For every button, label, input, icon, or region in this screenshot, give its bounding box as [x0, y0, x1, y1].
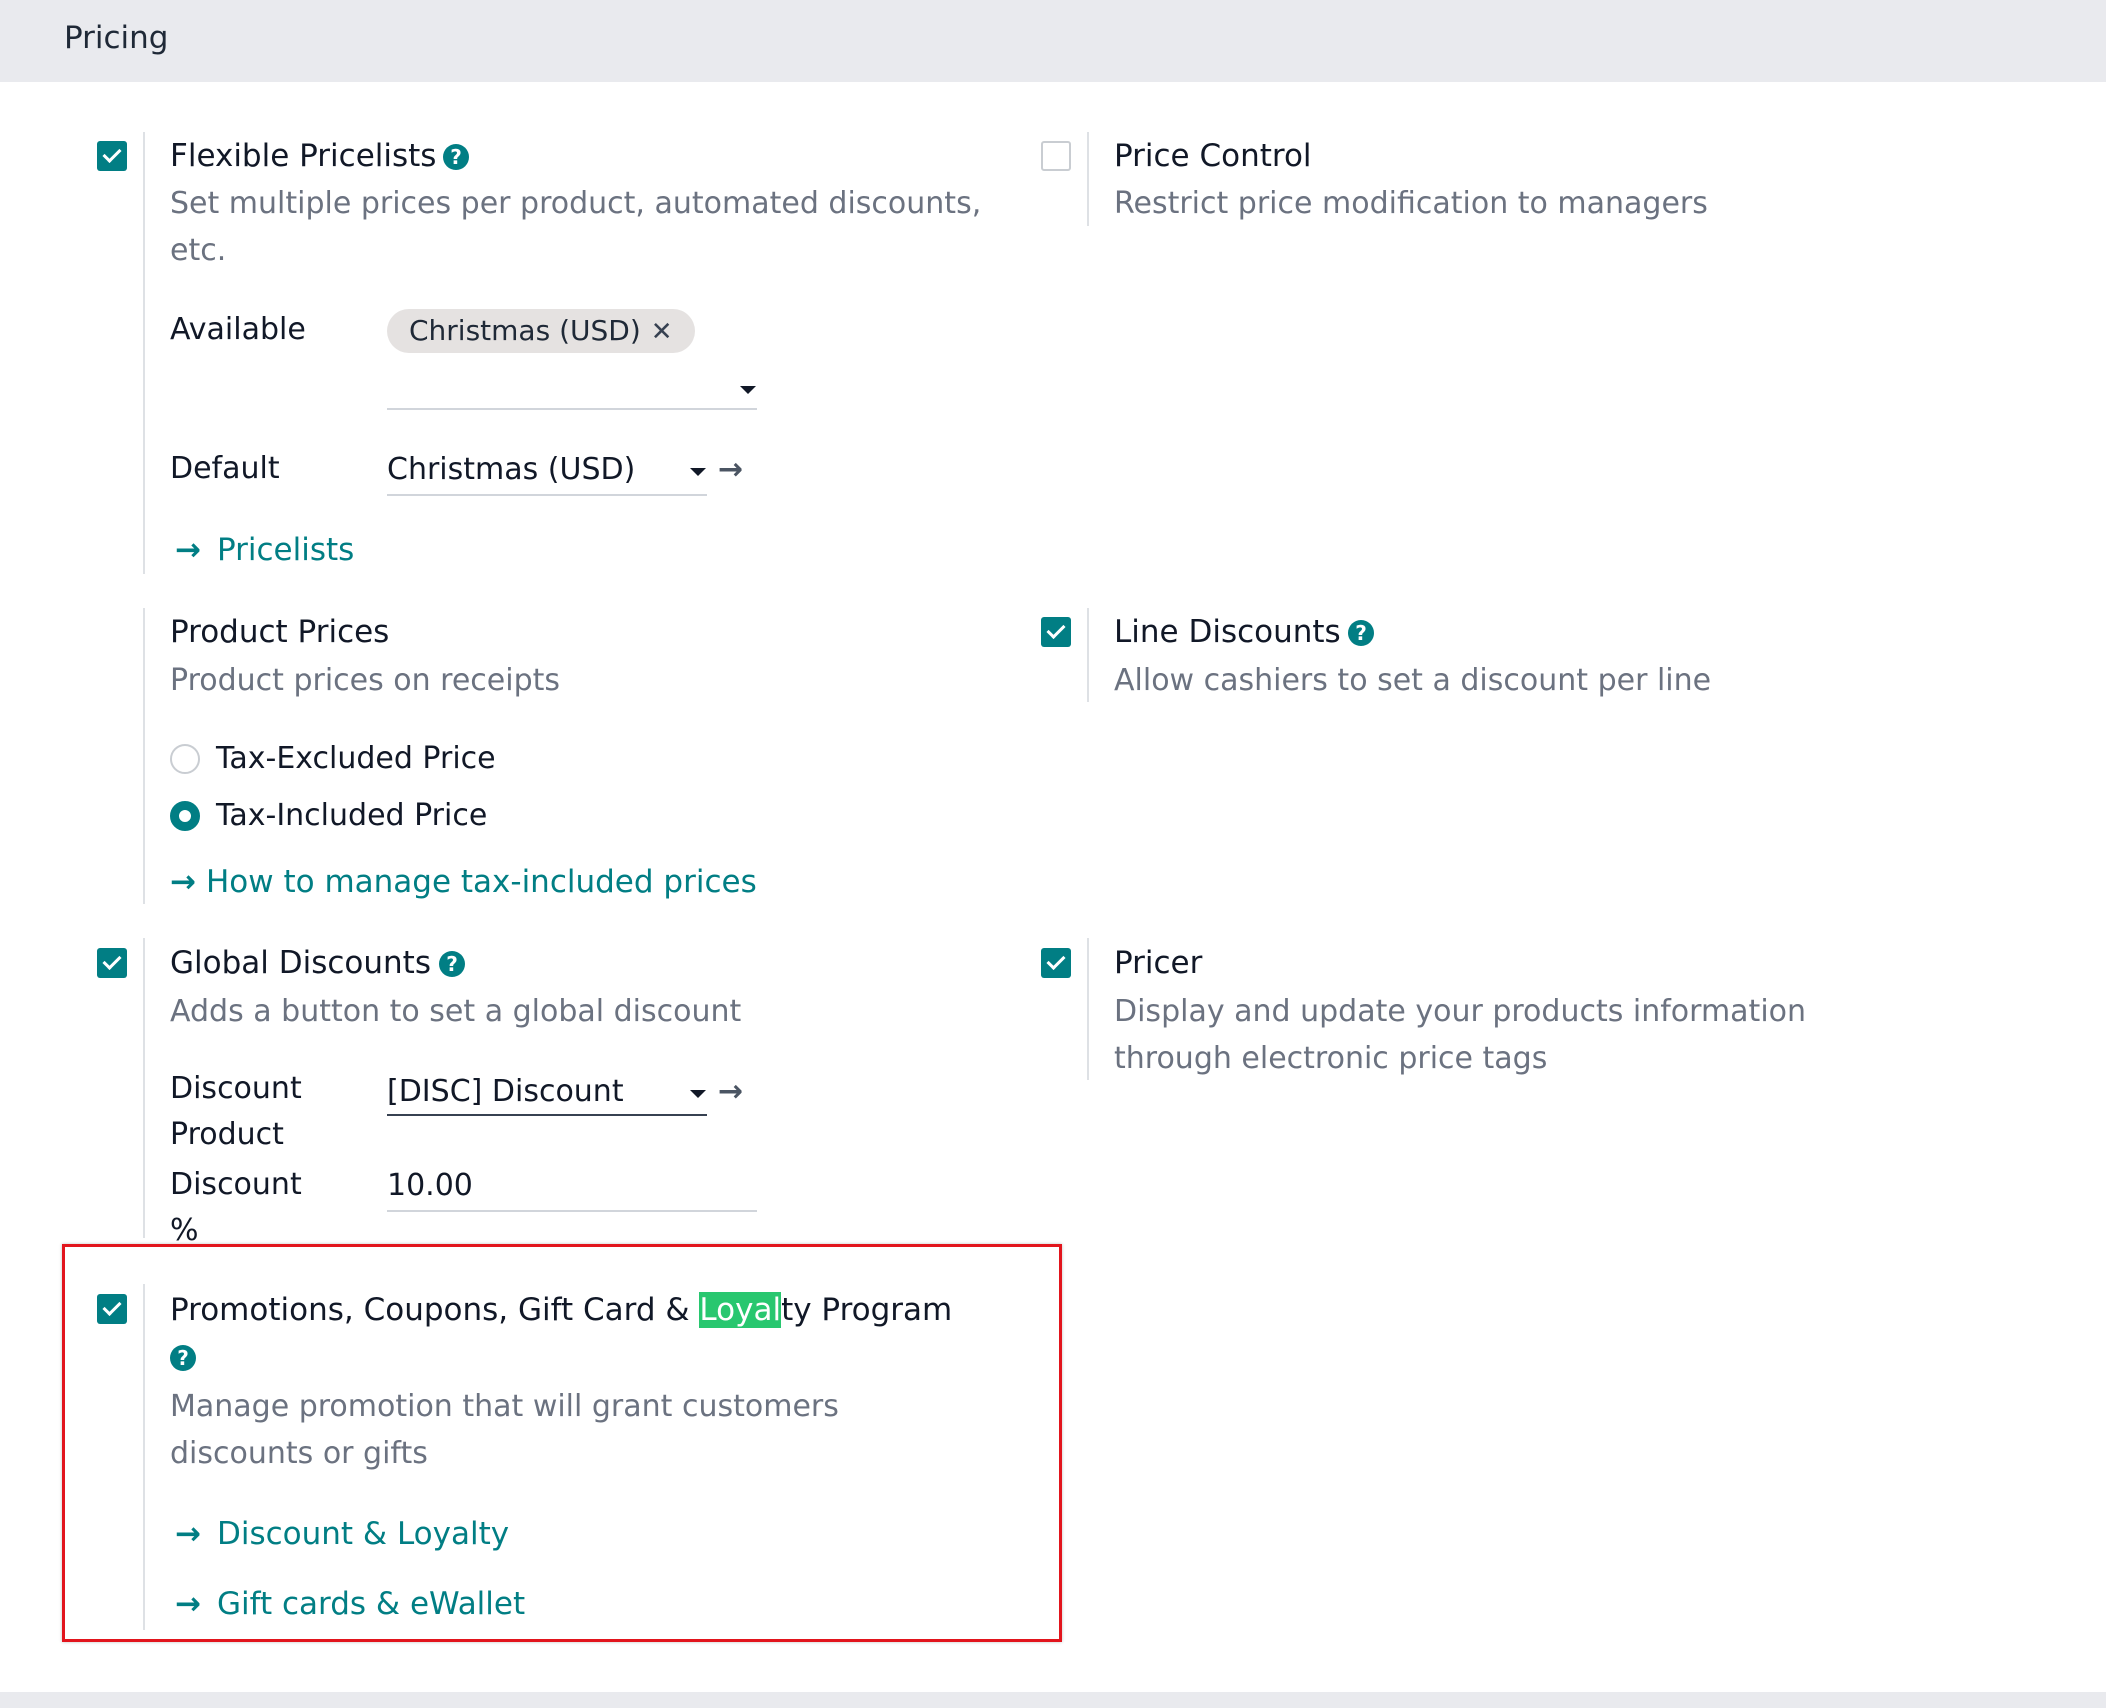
tax-included-radio[interactable]: [170, 801, 200, 831]
default-pricelist-field[interactable]: Christmas (USD): [387, 452, 635, 487]
bottom-section-band: [0, 1692, 2106, 1708]
flexible-pricelists-description: Set multiple prices per product, automat…: [170, 186, 982, 268]
flexible-pricelists-help-icon[interactable]: ?: [443, 144, 469, 170]
discount-product-underline: [387, 1114, 707, 1116]
pricelists-link[interactable]: → Pricelists: [175, 532, 354, 568]
line-discounts-checkbox[interactable]: [1041, 617, 1071, 647]
tax-included-label: Tax-Included Price: [216, 798, 488, 833]
section-title: Pricing: [64, 20, 169, 56]
pricer-title: Pricer: [1114, 945, 1203, 981]
remove-tag-icon[interactable]: ✕: [651, 317, 673, 347]
global-discounts-description: Adds a button to set a global discount: [170, 994, 742, 1029]
pricer-description: Display and update your products informa…: [1114, 994, 1807, 1076]
chevron-down-icon[interactable]: [740, 386, 756, 394]
arrow-right-icon: →: [175, 532, 201, 568]
discount-product-field[interactable]: [DISC] Discount: [387, 1074, 624, 1109]
setting-divider: [1087, 132, 1089, 226]
tax-excluded-radio[interactable]: [170, 744, 200, 774]
setting-divider: [1087, 608, 1089, 702]
product-prices-title: Product Prices: [170, 614, 390, 650]
setting-divider: [143, 938, 145, 1238]
arrow-right-icon: →: [170, 864, 196, 900]
price-control-description: Restrict price modification to managers: [1114, 186, 1708, 221]
line-discounts-description: Allow cashiers to set a discount per lin…: [1114, 663, 1712, 698]
global-discounts-checkbox[interactable]: [97, 948, 127, 978]
pricer-checkbox[interactable]: [1041, 948, 1071, 978]
tax-included-prices-link[interactable]: → How to manage tax-included prices: [170, 864, 757, 900]
internal-link-arrow-icon[interactable]: →: [718, 1074, 743, 1109]
setting-divider: [1087, 938, 1089, 1080]
line-discounts-help-icon[interactable]: ?: [1348, 620, 1374, 646]
chevron-down-icon[interactable]: [690, 468, 706, 476]
chevron-down-icon[interactable]: [690, 1090, 706, 1098]
discount-pct-label: Discount %: [170, 1167, 302, 1248]
available-tag-label: Christmas (USD): [409, 314, 641, 347]
default-pricelist-label: Default: [170, 451, 280, 486]
available-label: Available: [170, 312, 306, 347]
pricelists-link-label: Pricelists: [216, 532, 355, 568]
price-control-checkbox[interactable]: [1041, 141, 1071, 171]
section-header: Pricing: [0, 0, 2106, 82]
price-control-title: Price Control: [1114, 138, 1312, 174]
tax-included-prices-link-label: How to manage tax-included prices: [205, 864, 757, 900]
discount-pct-field[interactable]: 10.00: [387, 1168, 473, 1203]
discount-product-label: Discount Product: [170, 1071, 302, 1152]
flexible-pricelists-checkbox[interactable]: [97, 141, 127, 171]
tax-excluded-label: Tax-Excluded Price: [216, 741, 496, 776]
available-field-underline[interactable]: [387, 408, 757, 410]
annotation-highlight-box: [62, 1244, 1062, 1642]
global-discounts-help-icon[interactable]: ?: [439, 951, 465, 977]
setting-divider: [143, 132, 145, 574]
available-tag: Christmas (USD) ✕: [387, 309, 695, 353]
product-prices-description: Product prices on receipts: [170, 663, 561, 698]
line-discounts-title: Line Discounts: [1114, 614, 1341, 650]
internal-link-arrow-icon[interactable]: →: [718, 452, 743, 487]
discount-pct-underline: [387, 1210, 757, 1212]
default-field-underline: [387, 494, 707, 496]
global-discounts-title: Global Discounts: [170, 945, 431, 981]
flexible-pricelists-title: Flexible Pricelists: [170, 138, 437, 174]
setting-divider: [143, 608, 145, 904]
